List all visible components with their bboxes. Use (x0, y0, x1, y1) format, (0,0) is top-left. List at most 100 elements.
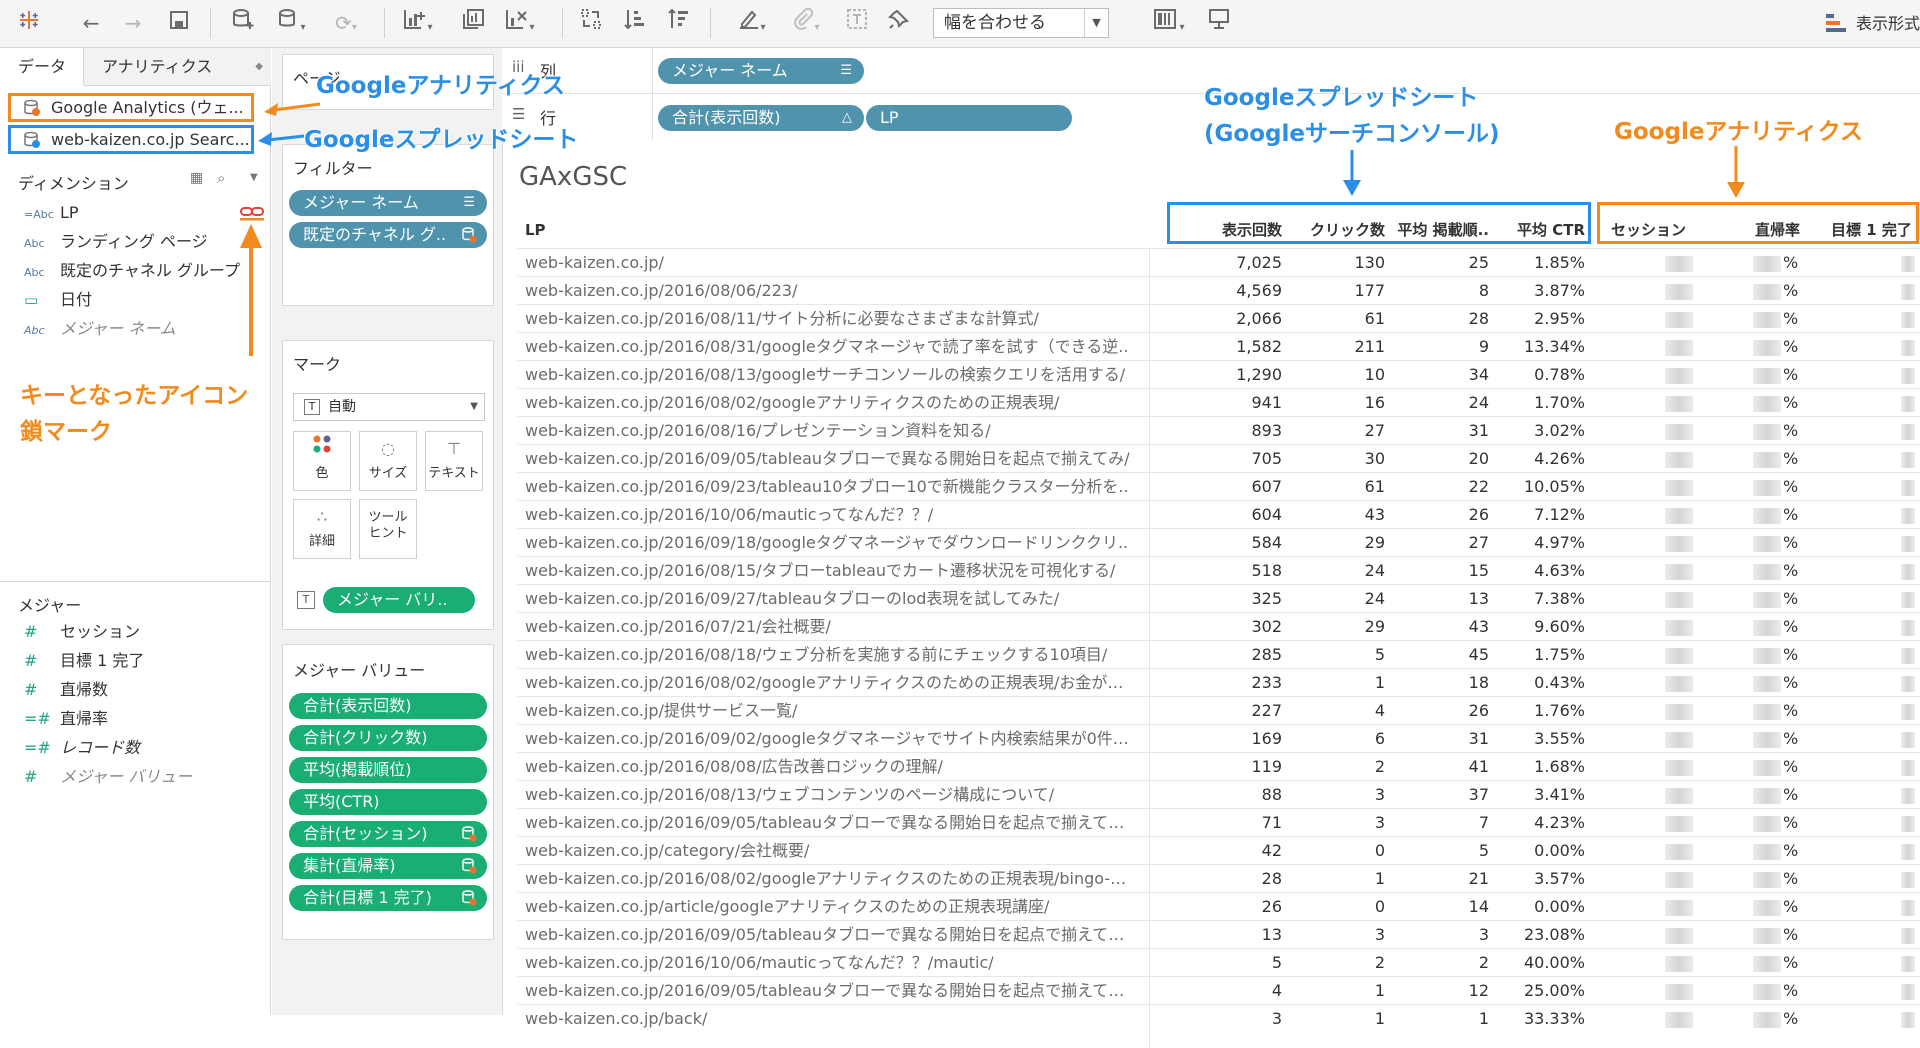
tab-analytics[interactable]: アナリティクス ◆ (84, 48, 271, 86)
table-row[interactable]: web-kaizen.co.jp/2016/09/05/tableauタブローで… (517, 920, 1920, 948)
table-row[interactable]: web-kaizen.co.jp/7,025 130 25 1.85%% (517, 248, 1920, 276)
table-row[interactable]: web-kaizen.co.jp/2016/08/13/ウェブコンテンツのページ… (517, 780, 1920, 808)
group-members-icon[interactable]: ▾ (784, 7, 828, 38)
table-row[interactable]: web-kaizen.co.jp/2016/10/06/mauticってなんだ？… (517, 500, 1920, 528)
cell-goal1-redacted (1901, 844, 1915, 860)
measure-bounce-rate[interactable]: =# 直帰率 (24, 706, 108, 732)
table-row[interactable]: web-kaizen.co.jp/2016/09/02/googleタグマネージ… (517, 724, 1920, 752)
swap-rows-columns-icon[interactable] (576, 8, 606, 38)
measure-record-count[interactable]: =# レコード数 (24, 735, 140, 761)
table-row[interactable]: web-kaizen.co.jp/2016/08/06/223/4,569 177… (517, 276, 1920, 304)
show-cards-icon[interactable]: ▾ (1144, 8, 1194, 38)
datasource-web-kaizen-search[interactable]: web-kaizen.co.jp Searc... (8, 125, 254, 154)
dimension-landing-page[interactable]: Abc ランディング ページ (24, 229, 208, 255)
cell-avg-ctr: 7.38% (1534, 589, 1585, 608)
table-row[interactable]: web-kaizen.co.jp/article/googleアナリティクスのた… (517, 892, 1920, 920)
forward-icon[interactable]: → (118, 8, 148, 38)
mark-size-button[interactable]: ◌ サイズ (359, 431, 417, 491)
refresh-icon[interactable]: ⟳▾ (326, 8, 366, 38)
table-row[interactable]: web-kaizen.co.jp/2016/09/18/googleタグマネージ… (517, 528, 1920, 556)
field-label: 直帰数 (60, 680, 109, 699)
rows-pill-lp[interactable]: LP (866, 105, 1072, 131)
columns-pill-measure-names[interactable]: メジャー ネーム ☰ (658, 58, 864, 84)
table-row[interactable]: web-kaizen.co.jp/2016/09/05/tableauタブローで… (517, 976, 1920, 1004)
header-lp[interactable]: LP (525, 212, 546, 248)
sort-descending-icon[interactable] (664, 8, 694, 38)
mark-detail-button[interactable]: ∴ 詳細 (293, 499, 351, 559)
measure-sessions[interactable]: # セッション (24, 619, 140, 645)
measure-value-pill[interactable]: 合計(表示回数) (289, 693, 487, 719)
table-row[interactable]: web-kaizen.co.jp/2016/08/31/googleタグマネージ… (517, 332, 1920, 360)
mark-color-button[interactable]: 色 (293, 431, 351, 491)
duplicate-sheet-icon[interactable] (458, 8, 488, 38)
fit-width-dropdown[interactable]: 幅を合わせる ▼ (933, 8, 1109, 38)
table-row[interactable]: web-kaizen.co.jp/back/3 1 1 33.33%% (517, 1004, 1920, 1032)
table-row[interactable]: web-kaizen.co.jp/2016/10/06/mauticってなんだ？… (517, 948, 1920, 976)
dimension-lp[interactable]: =Abc LP (24, 200, 79, 226)
table-row[interactable]: web-kaizen.co.jp/2016/08/15/タブローtableauで… (517, 556, 1920, 584)
cell-avg-position: 21 (1468, 869, 1489, 888)
table-row[interactable]: web-kaizen.co.jp/2016/07/21/会社概要/302 29 43… (517, 612, 1920, 640)
dimension-default-channel[interactable]: Abc 既定のチャネル グループ (24, 258, 240, 284)
measure-goal1-completions[interactable]: # 目標 1 完了 (24, 648, 144, 674)
new-worksheet-icon[interactable]: ▾ (398, 8, 438, 38)
measure-value-pill[interactable]: 平均(掲載順位) (289, 757, 487, 783)
chain-link-icon[interactable] (240, 205, 264, 221)
text-mark-icon: T (304, 399, 320, 415)
save-icon[interactable] (164, 8, 194, 38)
measure-value-pill[interactable]: 合計(セッション) (289, 821, 487, 847)
view-toggle-icon[interactable]: ▦ (190, 170, 203, 186)
cell-bounce-rate-pct: % (1783, 953, 1799, 972)
pin-icon[interactable] (884, 8, 914, 38)
show-me-button[interactable]: 表示形式 (1856, 10, 1920, 34)
search-icon[interactable]: ⌕ (217, 169, 225, 187)
highlight-icon[interactable]: ▾ (730, 8, 774, 38)
measure-bounces[interactable]: # 直帰数 (24, 677, 108, 703)
datasource-google-analytics[interactable]: Google Analytics (ウェ... (8, 93, 254, 122)
measure-value-pill[interactable]: 集計(直帰率) (289, 853, 487, 879)
new-datasource-icon[interactable] (228, 8, 258, 38)
show-mark-labels-icon[interactable] (842, 8, 872, 38)
measure-measure-values[interactable]: # メジャー バリュー (24, 764, 192, 790)
table-row[interactable]: web-kaizen.co.jp/2016/08/18/ウェブ分析を実施する前に… (517, 640, 1920, 668)
tab-data[interactable]: データ (0, 48, 84, 86)
table-row[interactable]: web-kaizen.co.jp/2016/09/05/tableauタブローで… (517, 808, 1920, 836)
table-row[interactable]: web-kaizen.co.jp/2016/08/02/googleアナリティク… (517, 388, 1920, 416)
table-row[interactable]: web-kaizen.co.jp/提供サービス一覧/227 4 26 1.76%% (517, 696, 1920, 724)
back-icon[interactable]: ← (76, 8, 106, 38)
measure-value-pill[interactable]: 平均(CTR) (289, 789, 487, 815)
clear-sheet-icon[interactable]: ▾ (500, 8, 540, 38)
table-row[interactable]: web-kaizen.co.jp/2016/09/05/tableauタブローで… (517, 444, 1920, 472)
cell-sessions-redacted (1665, 984, 1693, 1000)
show-me-icon[interactable] (1826, 14, 1848, 32)
mark-tooltip-button[interactable]: ツール ヒント (359, 499, 417, 559)
dimension-measure-names[interactable]: Abc メジャー ネーム (24, 316, 176, 342)
filter-pill-measure-names[interactable]: メジャー ネーム ☰ (289, 190, 487, 216)
table-row[interactable]: web-kaizen.co.jp/2016/08/13/googleサーチコンソ… (517, 360, 1920, 388)
filter-pill-default-channel[interactable]: 既定のチャネル グ.. (289, 222, 487, 248)
cell-lp: web-kaizen.co.jp/2016/08/08/広告改善ロジックの理解/ (525, 757, 943, 776)
cell-sessions-redacted (1665, 396, 1693, 412)
table-row[interactable]: web-kaizen.co.jp/2016/08/02/googleアナリティク… (517, 864, 1920, 892)
table-row[interactable]: web-kaizen.co.jp/2016/08/02/googleアナリティク… (517, 668, 1920, 696)
datasource-menu-icon[interactable]: ▾ (272, 8, 312, 38)
measure-value-pill[interactable]: 合計(目標 1 完了) (289, 885, 487, 911)
mark-type-dropdown[interactable]: T 自動 ▼ (293, 393, 485, 421)
tableau-logo-icon[interactable] (14, 8, 44, 38)
dimension-date[interactable]: ▭ 日付 (24, 287, 92, 313)
measure-value-pill[interactable]: 合計(クリック数) (289, 725, 487, 751)
sort-ascending-icon[interactable] (620, 8, 650, 38)
presentation-mode-icon[interactable] (1204, 8, 1234, 38)
table-row[interactable]: web-kaizen.co.jp/2016/09/27/tableauタブローの… (517, 584, 1920, 612)
mark-text-button[interactable]: ⊤ テキスト (425, 431, 483, 491)
table-row[interactable]: web-kaizen.co.jp/2016/08/11/サイト分析に必要なさまざ… (517, 304, 1920, 332)
mark-button-label: 色 (315, 466, 329, 481)
table-row[interactable]: web-kaizen.co.jp/2016/08/16/プレゼンテーション資料を… (517, 416, 1920, 444)
table-row[interactable]: web-kaizen.co.jp/2016/09/23/tableau10タブロ… (517, 472, 1920, 500)
table-row[interactable]: web-kaizen.co.jp/2016/08/08/広告改善ロジックの理解/… (517, 752, 1920, 780)
dimensions-title: ディメンション (18, 174, 129, 193)
table-row[interactable]: web-kaizen.co.jp/category/会社概要/42 0 5 0.00%… (517, 836, 1920, 864)
rows-pill-impressions[interactable]: 合計(表示回数) △ (658, 105, 864, 131)
chevron-down-icon[interactable]: ▼ (250, 172, 258, 183)
marks-text-pill[interactable]: メジャー バリ.. (323, 587, 475, 613)
